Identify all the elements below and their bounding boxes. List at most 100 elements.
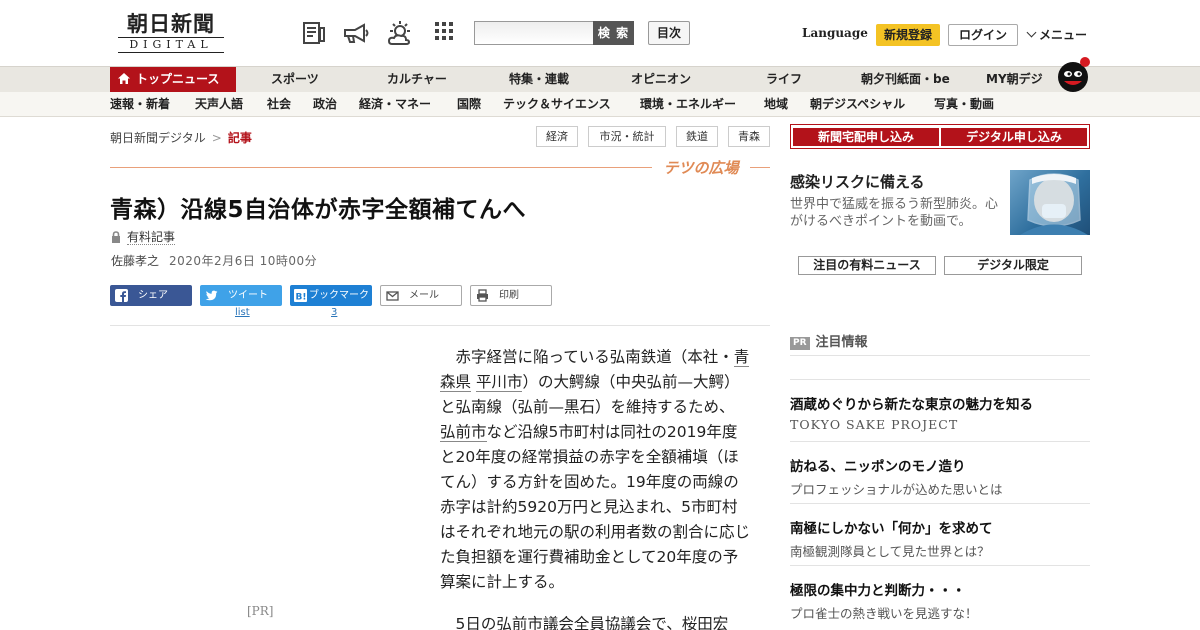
- mail-share-label: メール: [409, 290, 439, 301]
- subnav-item-tensei-jingo[interactable]: 天声人語: [195, 92, 243, 116]
- nav-top-label: トップニュース: [136, 72, 220, 86]
- weather-icon[interactable]: [386, 20, 412, 46]
- newspaper-icon[interactable]: [301, 20, 327, 46]
- signup-button[interactable]: 新規登録: [876, 24, 940, 46]
- pr-item-sub: TOKYO SAKE PROJECT: [790, 417, 959, 432]
- tag-railway[interactable]: 鉄道: [676, 126, 718, 147]
- promo-title[interactable]: 感染リスクに備える: [790, 171, 925, 192]
- breadcrumb-separator: >: [211, 131, 222, 145]
- toc-button[interactable]: 目次: [648, 21, 690, 45]
- pr-item-sub: プロ雀士の熱き戦いを見逃すな！: [790, 606, 978, 621]
- subnav-item-international[interactable]: 国際: [457, 92, 481, 116]
- mail-icon: [386, 291, 399, 301]
- print-button[interactable]: 印刷: [470, 285, 552, 306]
- site-logo[interactable]: 朝日新聞 DIGITAL: [112, 12, 230, 54]
- keyword-link-hirosaki[interactable]: 弘前市: [496, 615, 543, 630]
- tetsu-hiroba-banner[interactable]: テツの広場: [652, 157, 750, 177]
- keyword-link-hirosaki[interactable]: 弘前市: [440, 423, 487, 442]
- print-label: 印刷: [499, 290, 519, 301]
- subnav-item-photo-video[interactable]: 写真・動画: [934, 92, 994, 116]
- nav-item-sports[interactable]: スポーツ: [271, 67, 319, 92]
- subnav-item-special[interactable]: 朝デジスペシャル: [810, 92, 905, 116]
- pr-item-title: 訪ねる、ニッポンのモノ造り: [790, 459, 966, 475]
- pr-item-title: 極限の集中力と判断力・・・: [790, 583, 966, 599]
- lock-icon: [112, 231, 120, 243]
- mascot-icon[interactable]: [1054, 55, 1092, 93]
- twitter-count[interactable]: list: [235, 307, 250, 318]
- tab-digital-only[interactable]: デジタル限定: [944, 256, 1082, 275]
- nav-item-features[interactable]: 特集・連載: [509, 67, 569, 92]
- facebook-icon: [115, 289, 128, 302]
- promo-description: 世界中で猛威を振るう新型肺炎。心がけるべきポイントを動画で。: [790, 197, 999, 229]
- subnav-item-economy[interactable]: 経済・マネー: [359, 92, 431, 116]
- logo-en: DIGITAL: [118, 37, 224, 53]
- subnav-item-politics[interactable]: 政治: [313, 92, 337, 116]
- chevron-down-icon: [1026, 27, 1037, 38]
- promo-image[interactable]: [1010, 170, 1090, 235]
- tag-market[interactable]: 市況・統計: [588, 126, 666, 147]
- tag-aomori[interactable]: 青森: [728, 126, 770, 147]
- pr-item[interactable]: 訪ねる、ニッポンのモノ造り プロフェッショナルが込めた思いとは: [790, 441, 1090, 503]
- keyword-link-hirakawa[interactable]: 平川市: [475, 373, 523, 392]
- language-link[interactable]: Language: [802, 26, 868, 40]
- pr-item-title: 南極にしかない「何か」を求めて: [790, 521, 993, 537]
- pr-item-title: 酒蔵めぐりから新たな東京の魅力を知る: [790, 397, 1033, 413]
- subnav-item-breaking[interactable]: 速報・新着: [110, 92, 170, 116]
- hatena-bookmark-label: ブックマーク: [309, 290, 369, 301]
- paid-article-text[interactable]: 有料記事: [127, 230, 176, 245]
- subnav-item-environment[interactable]: 環境・エネルギー: [640, 92, 736, 116]
- hatena-count[interactable]: 3: [331, 307, 337, 318]
- menu-button[interactable]: メニュー: [1026, 26, 1087, 43]
- subnav-item-regional[interactable]: 地域: [764, 92, 788, 116]
- twitter-share-label: ツイート: [228, 290, 268, 301]
- twitter-bird-icon: [205, 290, 218, 301]
- home-icon: [118, 73, 130, 84]
- pr-item-sub: プロフェッショナルが込めた思いとは: [790, 482, 1003, 497]
- author: 佐藤孝之: [111, 254, 160, 268]
- apps-grid-icon[interactable]: [433, 20, 459, 46]
- pr-item[interactable]: 酒蔵めぐりから新たな東京の魅力を知る TOKYO SAKE PROJECT: [790, 379, 1090, 441]
- facebook-share-button[interactable]: シェア: [110, 285, 192, 306]
- breadcrumb-home[interactable]: 朝日新聞デジタル: [110, 131, 206, 145]
- body-text: 議会全員協議会で、桜田宏: [542, 615, 729, 630]
- breadcrumb: 朝日新聞デジタル > 記事: [110, 129, 252, 146]
- nav-item-print-edition[interactable]: 朝夕刊紙面・be: [861, 67, 950, 92]
- nav-item-life[interactable]: ライフ: [766, 67, 802, 92]
- pr-badge: PR: [790, 337, 810, 350]
- tag-economy[interactable]: 経済: [536, 126, 578, 147]
- nav-item-opinion[interactable]: オピニオン: [631, 67, 691, 92]
- article-header-divider: [110, 325, 770, 326]
- site-header: 朝日新聞 DIGITAL 検 索 目次 Language 新規登録 ログイン メ…: [0, 0, 1200, 66]
- subscribe-digital-button[interactable]: デジタル申し込み: [941, 128, 1087, 146]
- subscribe-paper-button[interactable]: 新聞宅配申し込み: [793, 128, 939, 146]
- nav-top-news[interactable]: トップニュース: [110, 67, 236, 92]
- sub-nav: 速報・新着 天声人語 社会 政治 経済・マネー 国際 テック＆サイエンス 環境・…: [0, 92, 1200, 117]
- pr-item-sub: 南極観測隊員として見た世界とは？: [790, 544, 990, 559]
- pr-section-heading: PR 注目情報: [790, 331, 868, 350]
- body-text: など沿線5市町村は同社の2019年度と20年度の経常損益の赤字を全額補塡（ほてん…: [440, 423, 751, 591]
- login-button[interactable]: ログイン: [948, 24, 1018, 46]
- search-button[interactable]: 検 索: [593, 21, 634, 45]
- megaphone-icon[interactable]: [342, 20, 369, 46]
- publish-date: 2020年2月6日 10時00分: [169, 254, 318, 268]
- pr-heading-text: 注目情報: [815, 335, 868, 350]
- body-text: 赤字経営に陥っている弘南鉄道（本社・: [455, 348, 734, 366]
- mail-share-button[interactable]: メール: [380, 285, 462, 306]
- nav-item-culture[interactable]: カルチャー: [387, 67, 447, 92]
- hatena-bookmark-button[interactable]: B! ブックマーク: [290, 285, 372, 306]
- paid-article-label: 有料記事: [111, 228, 176, 245]
- pr-item[interactable]: 南極にしかない「何か」を求めて 南極観測隊員として見た世界とは？: [790, 503, 1090, 565]
- search-input[interactable]: [474, 21, 594, 45]
- nav-item-my-asahi[interactable]: MY朝デジ: [986, 67, 1043, 92]
- tab-paid-news[interactable]: 注目の有料ニュース: [798, 256, 936, 275]
- article-paragraph: 赤字経営に陥っている弘南鉄道（本社・青森県 平川市）の大鰐線（中央弘前—大鰐）と…: [440, 345, 750, 595]
- byline: 佐藤孝之 2020年2月6日 10時00分: [111, 252, 317, 269]
- subnav-item-tech[interactable]: テック＆サイエンス: [503, 92, 611, 116]
- pr-divider: [790, 355, 1090, 356]
- body-text: 5日の: [455, 615, 497, 630]
- main-nav: トップニュース スポーツ カルチャー 特集・連載 オピニオン ライフ 朝夕刊紙面…: [0, 66, 1200, 92]
- pr-item[interactable]: 極限の集中力と判断力・・・ プロ雀士の熱き戦いを見逃すな！: [790, 565, 1090, 627]
- twitter-share-button[interactable]: ツイート: [200, 285, 282, 306]
- subnav-item-society[interactable]: 社会: [267, 92, 291, 116]
- printer-icon: [477, 289, 488, 302]
